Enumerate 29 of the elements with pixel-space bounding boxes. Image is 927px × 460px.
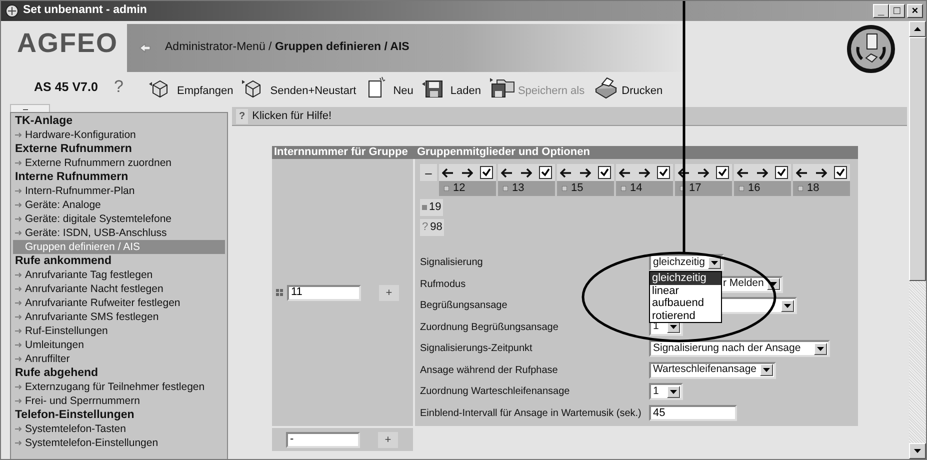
logo: AGFEO <box>16 27 120 60</box>
setting-label: Rufmodus <box>420 278 467 292</box>
sidebar-heading: Interne Rufnummern <box>14 170 130 184</box>
member-number: 15 <box>557 181 614 196</box>
setting-label: Zuordnung Warteschleifenansage <box>420 385 571 400</box>
member-number: 17 <box>675 181 732 196</box>
sidebar-heading: Telefon-Einstellungen <box>14 408 136 422</box>
setting-label: Ansage während der Rufphase <box>420 364 559 378</box>
setting-label: Signalisierung <box>420 256 484 270</box>
setting-label: Zuordnung Begrüßungsansage <box>420 320 560 335</box>
member-chip: ? 98 <box>420 219 444 236</box>
sidebar-heading: Rufe ankommend <box>14 254 112 268</box>
window-title: Set unbenannt - admin <box>23 3 148 18</box>
column-header: Gruppenmitglieder und Optionen <box>416 146 590 159</box>
member-chip: 19 <box>420 199 444 216</box>
setting-label: Signalisierungs-Zeitpunkt <box>420 342 534 356</box>
member-number: 13 <box>498 181 555 196</box>
breadcrumb: Administrator-Menü / Gruppen definieren / AIS <box>165 40 410 56</box>
sidebar-heading: Externe Rufnummern <box>14 142 133 156</box>
sidebar-heading: Rufe abgehend <box>14 366 100 380</box>
setting-label: Einblend-Intervall für Ansage in Wartemusik (sek.) <box>420 406 642 421</box>
member-number: 18 <box>793 181 850 196</box>
sidebar-heading: TK-Anlage <box>14 114 74 128</box>
member-number: 14 <box>616 181 673 196</box>
member-number: 12 <box>439 181 496 196</box>
column-header: Internnummer für Gruppe <box>273 146 409 159</box>
model-label: AS 45 V7.0 <box>34 78 99 96</box>
member-number: 16 <box>734 181 791 196</box>
setting-label: Begrüßungsansage <box>420 299 508 314</box>
